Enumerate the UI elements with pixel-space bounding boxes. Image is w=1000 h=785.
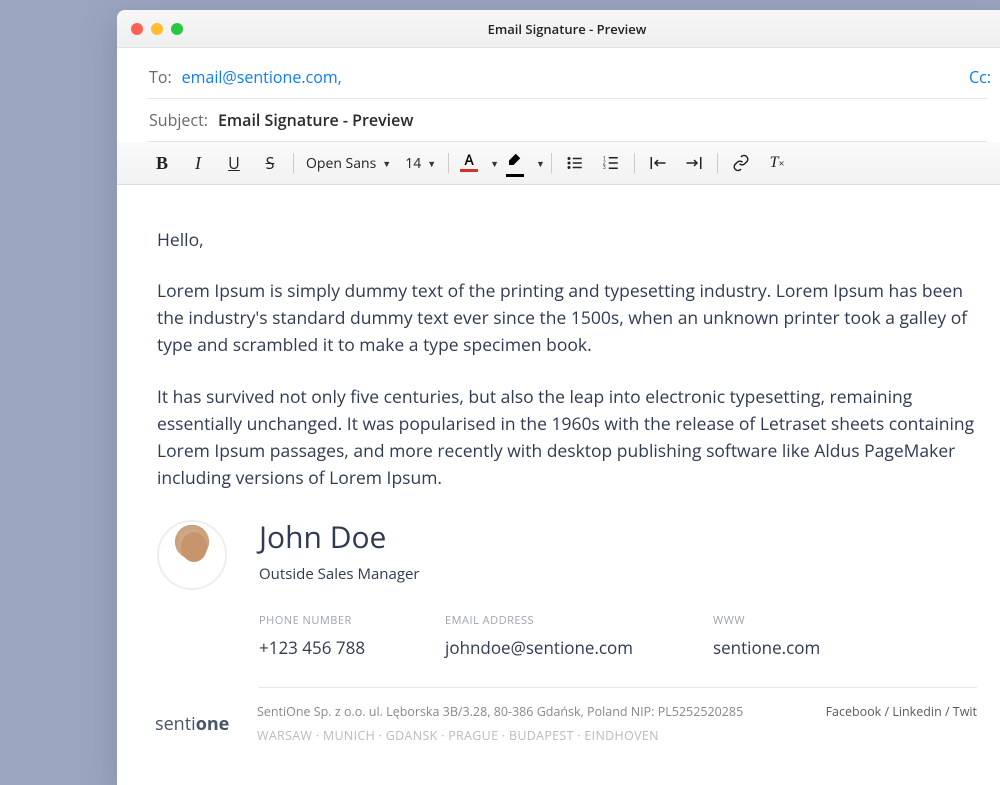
subject-field-row[interactable]: Subject: Email Signature - Preview [147, 99, 987, 142]
font-size-select[interactable]: 14 ▼ [399, 149, 442, 177]
highlight-icon [506, 150, 524, 173]
chevron-down-icon: ▼ [427, 157, 436, 170]
chevron-down-icon: ▼ [382, 157, 391, 170]
paragraph-1: Lorem Ipsum is simply dummy text of the … [157, 278, 977, 359]
www-label: WWW [713, 612, 820, 629]
highlight-color-swatch [506, 174, 524, 177]
signature-title: Outside Sales Manager [259, 563, 977, 586]
subject-value[interactable]: Email Signature - Preview [218, 109, 413, 131]
separator [448, 153, 449, 173]
chevron-down-icon: ▼ [536, 157, 545, 170]
strikethrough-button[interactable]: S [253, 148, 287, 178]
greeting: Hello, [157, 227, 977, 254]
highlight-color-button[interactable]: ▼ [501, 149, 545, 177]
text-color-icon: A [464, 154, 473, 168]
phone-label: PHONE NUMBER [259, 612, 365, 629]
chevron-down-icon: ▼ [490, 157, 499, 170]
titlebar: Email Signature - Preview [117, 10, 1000, 48]
text-color-button[interactable]: A ▼ [455, 149, 499, 177]
separator [717, 153, 718, 173]
signature-email: EMAIL ADDRESS johndoe@sentione.com [445, 612, 633, 661]
social-links[interactable]: Facebook / Linkedin / Twit [826, 702, 977, 721]
logo-part-a: senti [155, 712, 196, 736]
email-value[interactable]: johndoe@sentione.com [445, 635, 633, 661]
underline-button[interactable]: U [217, 148, 251, 178]
to-label: To: [149, 66, 172, 88]
italic-button[interactable]: I [181, 148, 215, 178]
signature-footer: SentiOne Sp. z o.o. ul. Lęborska 3B/3.28… [157, 688, 977, 765]
window-title: Email Signature - Preview [117, 20, 1000, 38]
to-field-row[interactable]: To: email@sentione.com, Cc: [147, 56, 987, 99]
bold-button[interactable]: B [145, 148, 179, 178]
compose-header: To: email@sentione.com, Cc: Subject: Ema… [117, 48, 1000, 142]
text-color-swatch [460, 169, 478, 172]
avatar [157, 520, 227, 590]
logo-part-b: one [196, 712, 230, 736]
paragraph-2: It has survived not only five centuries,… [157, 384, 977, 493]
signature-www: WWW sentione.com [713, 612, 820, 661]
font-family-value: Open Sans [306, 154, 376, 173]
separator [634, 153, 635, 173]
message-body[interactable]: Hello, Lorem Ipsum is simply dummy text … [117, 185, 1000, 785]
clear-formatting-button[interactable]: T× [760, 148, 794, 178]
company-cities: WARSAW · MUNICH · GDANSK · PRAGUE · BUDA… [257, 726, 826, 745]
outdent-button[interactable] [641, 148, 675, 178]
insert-link-button[interactable] [724, 148, 758, 178]
cc-button[interactable]: Cc: [969, 66, 991, 88]
www-value[interactable]: sentione.com [713, 635, 820, 661]
formatting-toolbar: B I U S Open Sans ▼ 14 ▼ A ▼ [117, 142, 1000, 185]
signature-name: John Doe [259, 514, 977, 561]
subject-label: Subject: [149, 109, 208, 131]
company-info: SentiOne Sp. z o.o. ul. Lęborska 3B/3.28… [257, 702, 826, 721]
font-family-select[interactable]: Open Sans ▼ [300, 149, 397, 177]
separator [293, 153, 294, 173]
signature-phone: PHONE NUMBER +123 456 788 [259, 612, 365, 661]
to-value[interactable]: email@sentione.com, [182, 66, 342, 88]
email-signature: John Doe Outside Sales Manager PHONE NUM… [157, 520, 977, 688]
email-label: EMAIL ADDRESS [445, 612, 633, 629]
svg-text:3: 3 [603, 163, 606, 171]
indent-button[interactable] [677, 148, 711, 178]
separator [551, 153, 552, 173]
font-size-value: 14 [405, 154, 421, 173]
bullet-list-button[interactable] [558, 148, 592, 178]
numbered-list-button[interactable]: 123 [594, 148, 628, 178]
company-logo: sentione [155, 712, 229, 736]
phone-value: +123 456 788 [259, 635, 365, 661]
compose-window: Email Signature - Preview To: email@sent… [117, 10, 1000, 785]
